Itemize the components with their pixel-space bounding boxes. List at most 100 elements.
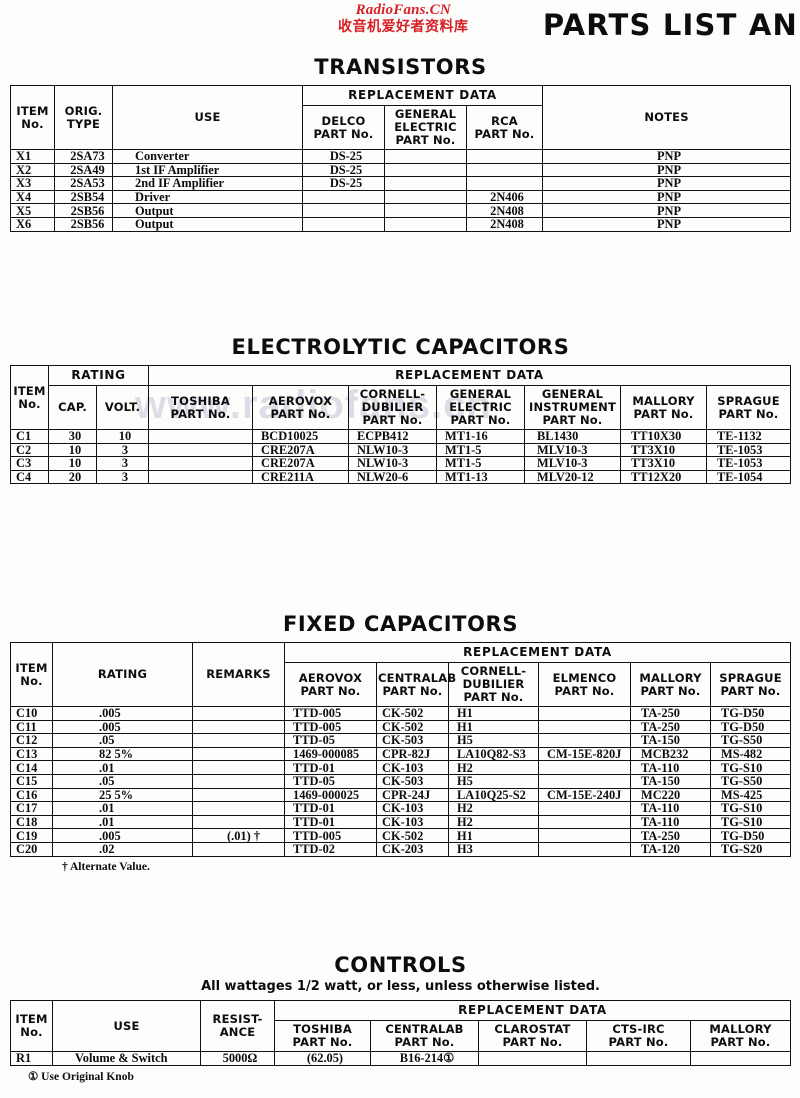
cell-remarks: [192, 733, 285, 748]
cell-cd: NLW20-6: [348, 469, 437, 485]
cell-volt: 3: [96, 469, 149, 485]
cell-sprague: MS-425: [710, 787, 791, 803]
cell-elmenco: [538, 760, 631, 776]
cell-elmenco: [538, 706, 631, 721]
cell-rca: 2N406: [465, 189, 544, 205]
table-row: C12.05 TTD-05 CK-503 H5 TA-150 TG-S50: [10, 733, 791, 748]
cell-sprague: TG-S50: [710, 774, 791, 789]
cell-item: R1: [10, 1051, 53, 1066]
cell-orig: 2SA49: [54, 162, 113, 178]
cell-mallory: TT3X10: [620, 442, 707, 458]
cell-remarks: [192, 787, 285, 803]
th-rating: RATING: [48, 364, 149, 387]
table-row: C13 82 5% 1469-000085 CPR-82J LA10Q82-S3 CM-1…: [10, 746, 791, 762]
table-row: C18.01 TTD-01 CK-103 H2 TA-110 TG-S10: [10, 814, 791, 830]
table-row: X2 2SA49 1st IF Amplifier DS-25 PNP: [10, 162, 791, 178]
th-aerovox-part-no: AEROVOX PART No.: [284, 662, 377, 708]
cell-notes: PNP: [542, 189, 791, 205]
cell-item: X4: [10, 189, 55, 205]
cell-mallory: TA-120: [630, 842, 711, 857]
cell-elmenco: [538, 828, 631, 843]
watermark-radiofans: RadioFans.CN 收音机爱好者资料库: [338, 2, 469, 35]
cell-cap: 20: [48, 469, 97, 485]
cell-use: 2nd IF Amplifier: [112, 176, 303, 191]
th-general-instrument-part-no: GENERAL INSTRUMENT PART No.: [524, 385, 621, 431]
cell-cd: LA10Q82-S3: [448, 746, 539, 762]
cell-gi: MLV20-12: [524, 469, 621, 485]
electrolytics-heading: ELECTROLYTIC CAPACITORS: [231, 335, 570, 359]
cell-item: C16: [10, 787, 53, 803]
cell-item: C10: [10, 706, 53, 721]
transistors-tbody: X1 2SA73 Converter DS-25 PNP X2 2SA49 1st IF Am…: [10, 149, 791, 232]
cell-item: C17: [10, 801, 53, 816]
controls-heading: CONTROLS: [334, 953, 467, 977]
th-general-electric-part-no: GENERAL ELECTRIC PART No.: [436, 385, 525, 431]
cell-ge: [384, 176, 467, 191]
cell-rating: .005: [52, 828, 193, 843]
th-cornell-dubilier-part-no: CORNELL- DUBILIER PART No.: [448, 662, 539, 708]
table-row: X5 2SB56 Output 2N408 PNP: [10, 203, 791, 219]
cell-aerovox: TTD-005: [284, 706, 377, 721]
electrolytics-table: ITEM No. RATING REPLACEMENT DATA CAP. VO…: [10, 364, 791, 485]
cell-item: C18: [10, 814, 53, 830]
table-row: C1 30 10 BCD10025 ECPB412 MT1-16 BL1430 TT10X30…: [10, 429, 791, 444]
cell-gi: BL1430: [524, 429, 621, 444]
cell-resistance: 5000Ω: [200, 1051, 275, 1066]
cell-item: C3: [10, 456, 49, 471]
th-replacement-data: REPLACEMENT DATA: [301, 84, 544, 107]
fixed-capacitors-footnote: † Alternate Value.: [62, 860, 150, 873]
cell-item: C4: [10, 469, 49, 485]
cell-ctsirc: [586, 1051, 691, 1066]
cell-remarks: (.01) †: [192, 828, 285, 843]
table-row: R1 Volume & Switch 5000Ω (62.05) B16-214①: [10, 1051, 791, 1066]
transistors-heading: TRANSISTORS: [314, 55, 487, 79]
cell-rca: [465, 162, 544, 178]
cell-elmenco: [538, 842, 631, 857]
cell-mallory: TA-250: [630, 828, 711, 843]
th-replacement-data: REPLACEMENT DATA: [148, 364, 791, 387]
th-resistance: RESIST- ANCE: [200, 999, 275, 1053]
cell-rca: [465, 176, 544, 191]
th-clarostat-part-no: CLAROSTAT PART No.: [478, 1020, 587, 1053]
cell-ge: MT1-5: [436, 442, 525, 458]
cell-use: Output: [112, 203, 303, 219]
cell-notes: PNP: [542, 162, 791, 178]
cell-mallory: MC220: [630, 787, 711, 803]
cell-rating: .01: [52, 801, 193, 816]
th-aerovox-part-no: AEROVOX PART No.: [252, 385, 349, 431]
cell-cd: LA10Q25-S2: [448, 787, 539, 803]
th-item-no: ITEM No.: [10, 84, 55, 151]
table-row: X4 2SB54 Driver 2N406 PNP: [10, 189, 791, 205]
th-replacement-data: REPLACEMENT DATA: [284, 641, 791, 664]
cell-cd: H1: [448, 828, 539, 843]
th-sprague-part-no: SPRAGUE PART No.: [706, 385, 791, 431]
cell-ge: [384, 189, 467, 205]
controls-footnote: ① Use Original Knob: [28, 1070, 134, 1083]
cell-aerovox: TTD-01: [284, 760, 377, 776]
cell-aerovox: TTD-02: [284, 842, 377, 857]
cell-aerovox: CRE207A: [252, 456, 349, 471]
page-title: PARTS LIST AN: [542, 8, 798, 42]
cell-sprague: TG-S50: [710, 733, 791, 748]
cell-aerovox: TTD-01: [284, 801, 377, 816]
cell-aerovox: CRE211A: [252, 469, 349, 485]
cell-mallory: TA-250: [630, 719, 711, 735]
cell-cd: H5: [448, 733, 539, 748]
cell-item: X5: [10, 203, 55, 219]
cell-rating: .01: [52, 760, 193, 776]
table-row: X3 2SA53 2nd IF Amplifier DS-25 PNP: [10, 176, 791, 191]
fixed-capacitors-tbody: C10.005 TTD-005 CK-502 H1 TA-250 TG-D50 C11.00…: [10, 706, 791, 857]
th-item-no: ITEM No.: [10, 641, 53, 708]
controls-tbody: R1 Volume & Switch 5000Ω (62.05) B16-214①: [10, 1051, 791, 1066]
th-volt: VOLT.: [96, 385, 149, 431]
th-general-electric-part-no: GENERAL ELECTRIC PART No.: [384, 105, 467, 151]
cell-toshiba: [148, 456, 253, 471]
controls-table: ITEM No. USE RESIST- ANCE REPLACEMENT DA…: [10, 999, 791, 1066]
cell-cd: H1: [448, 719, 539, 735]
cell-gi: MLV10-3: [524, 442, 621, 458]
cell-mallory: TA-110: [630, 814, 711, 830]
cell-aerovox: TTD-05: [284, 733, 377, 748]
cell-aerovox: TTD-01: [284, 814, 377, 830]
cell-cap: 10: [48, 442, 97, 458]
cell-item: C11: [10, 719, 53, 735]
